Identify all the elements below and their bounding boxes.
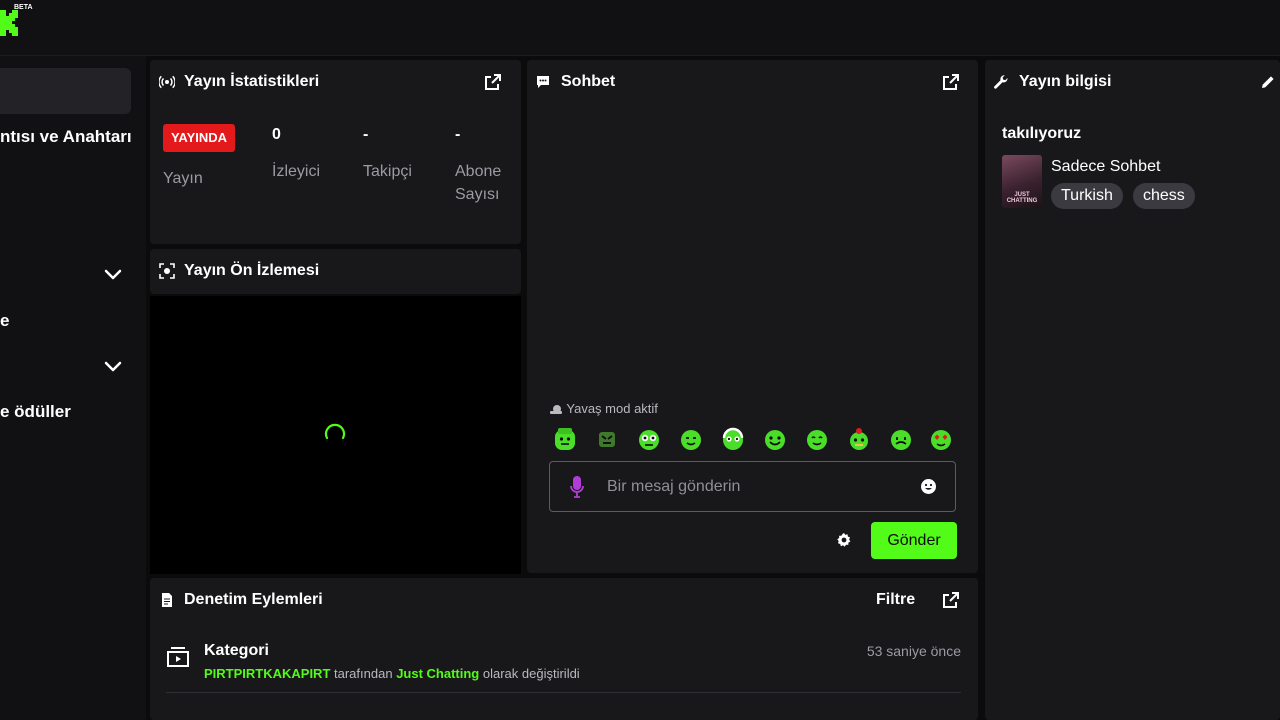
chevron-down-icon[interactable] [102,355,124,377]
chevron-down-icon[interactable] [102,263,124,285]
moderation-entry-category[interactable]: Just Chatting [396,666,479,681]
category-change-icon [167,647,189,667]
snail-icon [550,405,562,414]
emote-5[interactable] [720,426,746,452]
emote-7[interactable] [804,426,830,452]
sidebar-item-stream-url-key[interactable]: ntısı ve Anahtarı [0,127,132,147]
moderation-divider [166,692,961,693]
category-name: Sadece Sohbet [1051,158,1161,175]
category-thumbnail: JUST CHATTING [1002,155,1042,208]
tag-turkish[interactable]: Turkish [1051,183,1123,209]
document-icon [162,593,172,607]
loading-spinner-icon [324,423,346,440]
chat-bubble-icon [537,76,549,88]
moderation-title: Denetim Eylemleri [184,591,323,608]
category-thumbnail-text: JUST CHATTING [1006,192,1038,204]
popout-icon[interactable] [942,591,960,609]
stream-preview-title: Yayın Ön İzlemesi [184,262,320,279]
chat-settings-gear-icon[interactable] [836,532,852,548]
send-button[interactable]: Gönder [871,522,957,559]
emoji-icon[interactable] [920,478,937,495]
slow-mode-label: Yavaş mod aktif [566,401,658,416]
moderation-entry-description: PIRTPIRTKAKAPIRT tarafından Just Chattin… [204,666,580,681]
sidebar-search[interactable] [0,68,131,114]
emote-9[interactable] [888,426,914,452]
subscribers-label-line1: Abone [455,163,502,180]
slow-mode-notice: Yavaş mod aktif [549,401,658,416]
moderation-entry-title: Kategori [204,642,269,659]
broadcast-icon [159,75,175,89]
microphone-icon[interactable] [570,475,584,499]
moderation-entry-time: 53 saniye önce [866,643,961,659]
moderation-entry-text-1: tarafından [334,666,393,681]
subscribers-value: - [455,126,461,143]
emote-4[interactable] [678,426,704,452]
emote-1[interactable] [552,426,578,452]
followers-label: Takipçi [363,163,412,180]
moderation-entry-user[interactable]: PIRTPIRTKAKAPIRT [204,666,330,681]
top-bar: BETA [0,0,1280,56]
wrench-icon [994,75,1008,89]
stream-label: Yayın [163,170,203,187]
viewers-value: 0 [272,126,281,143]
emote-8[interactable] [846,426,872,452]
stream-info-title: Yayın bilgisi [1019,73,1112,90]
sidebar-item-section[interactable]: e [0,311,9,331]
moderation-entry-text-2: olarak değiştirildi [482,666,580,681]
sidebar [0,56,146,720]
beta-label: BETA [14,4,33,11]
followers-value: - [363,126,369,143]
sidebar-item-rewards[interactable]: e ödüller [0,402,71,422]
stream-stats-title: Yayın İstatistikleri [184,73,320,90]
emote-2[interactable] [594,426,620,452]
edit-pencil-icon[interactable] [1260,74,1276,90]
preview-icon [159,263,175,279]
stream-title: takılıyoruz [1002,125,1082,142]
chat-title: Sohbet [561,73,616,90]
live-badge: YAYINDA [163,124,235,152]
emote-3[interactable] [636,426,662,452]
filter-button[interactable]: Filtre [876,591,915,609]
viewers-label: İzleyici [272,163,321,180]
popout-icon[interactable] [484,73,502,91]
tag-chess[interactable]: chess [1133,183,1195,209]
emote-6[interactable] [762,426,788,452]
chat-message-input[interactable]: Bir mesaj gönderin [549,461,956,512]
subscribers-label-line2: Sayısı [455,186,500,203]
popout-icon[interactable] [942,73,960,91]
chat-input-placeholder: Bir mesaj gönderin [607,478,741,495]
emote-10[interactable] [928,426,954,452]
